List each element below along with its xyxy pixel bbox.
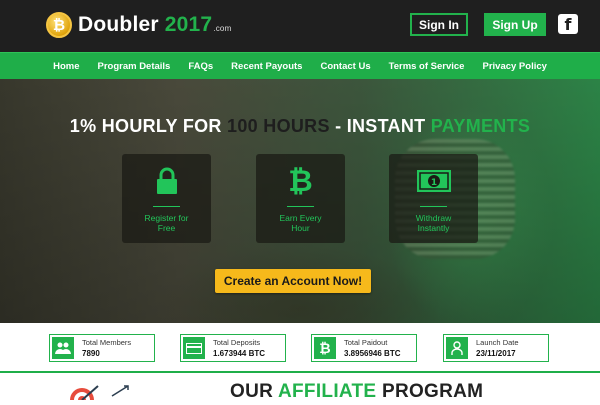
stat-title: Total Members: [82, 338, 132, 347]
stat-value: 3.8956946 BTC: [344, 349, 401, 358]
top-header: ₿ Doubler 2017.com Sign In Sign Up f: [0, 0, 600, 52]
feature-divider: [287, 206, 314, 207]
hero-title-part: - INSTANT: [329, 116, 431, 136]
stat-total-paidout: ₿ Total Paidout 3.8956946 BTC: [311, 334, 417, 362]
lock-icon: [122, 164, 211, 198]
banknote-icon: 1: [389, 164, 478, 198]
brand-tld: .com: [213, 24, 232, 33]
affiliate-title-highlight: AFFILIATE: [278, 381, 377, 402]
stat-launch-date: Launch Date 23/11/2017: [443, 334, 549, 362]
site-logo[interactable]: ₿ Doubler 2017.com: [46, 12, 231, 38]
stat-value: 7890: [82, 349, 100, 358]
stat-title: Total Paidout: [344, 338, 388, 347]
main-nav: Home Program Details FAQs Recent Payouts…: [0, 52, 600, 79]
hero-title-payments: PAYMENTS: [430, 116, 531, 136]
stat-total-deposits: Total Deposits 1.673944 BTC: [180, 334, 286, 362]
feature-label: Earn Every Hour: [279, 213, 322, 233]
hero-title-part: 1% HOURLY FOR: [69, 116, 228, 136]
hero-banner: 1% HOURLY FOR 100 HOURS - INSTANT PAYMEN…: [0, 79, 600, 323]
hero-title-highlight: 100 HOURS: [227, 116, 330, 136]
stat-value: 23/11/2017: [476, 349, 516, 358]
svg-text:1: 1: [430, 178, 436, 188]
affiliate-title-part: OUR: [230, 381, 278, 402]
stats-band: Total Members 7890 Total Deposits 1.6739…: [0, 323, 600, 371]
facebook-icon[interactable]: f: [558, 14, 578, 34]
feature-register: Register for Free: [122, 154, 211, 243]
affiliate-title-part: PROGRAM: [376, 381, 484, 402]
bitcoin-icon: ₿: [314, 337, 336, 359]
stat-value: 1.673944 BTC: [213, 349, 266, 358]
section-divider: [0, 371, 600, 373]
feature-label: Register for Free: [144, 213, 189, 233]
card-icon: [183, 337, 205, 359]
bitcoin-coin-icon: ₿: [46, 12, 72, 38]
brand-name: Doubler 2017.com: [78, 13, 231, 37]
feature-withdraw: 1 Withdraw Instantly: [389, 154, 478, 243]
sign-up-button[interactable]: Sign Up: [484, 13, 546, 36]
nav-item-home[interactable]: Home: [53, 61, 79, 72]
brand-year: 2017: [164, 13, 213, 36]
sign-in-button[interactable]: Sign In: [410, 13, 468, 36]
members-icon: [52, 337, 74, 359]
nav-item-recent-payouts[interactable]: Recent Payouts: [231, 61, 302, 72]
feature-earn: ₿ Earn Every Hour: [256, 154, 345, 243]
nav-item-terms[interactable]: Terms of Service: [389, 61, 465, 72]
bitcoin-icon: ₿: [288, 163, 313, 199]
hero-title: 1% HOURLY FOR 100 HOURS - INSTANT PAYMEN…: [0, 116, 600, 137]
user-icon: [446, 337, 468, 359]
nav-item-contact-us[interactable]: Contact Us: [320, 61, 370, 72]
feature-label: Withdraw Instantly: [415, 213, 452, 233]
stat-title: Launch Date: [476, 338, 519, 347]
feature-divider: [153, 206, 180, 207]
stat-total-members: Total Members 7890: [49, 334, 155, 362]
nav-item-program-details[interactable]: Program Details: [97, 61, 170, 72]
feature-divider: [420, 206, 447, 207]
nav-item-faqs[interactable]: FAQs: [188, 61, 213, 72]
affiliate-illustration: [62, 382, 142, 405]
nav-item-privacy[interactable]: Privacy Policy: [482, 61, 546, 72]
stat-title: Total Deposits: [213, 338, 261, 347]
brand-main: Doubler: [78, 13, 165, 36]
create-account-button[interactable]: Create an Account Now!: [215, 269, 371, 293]
